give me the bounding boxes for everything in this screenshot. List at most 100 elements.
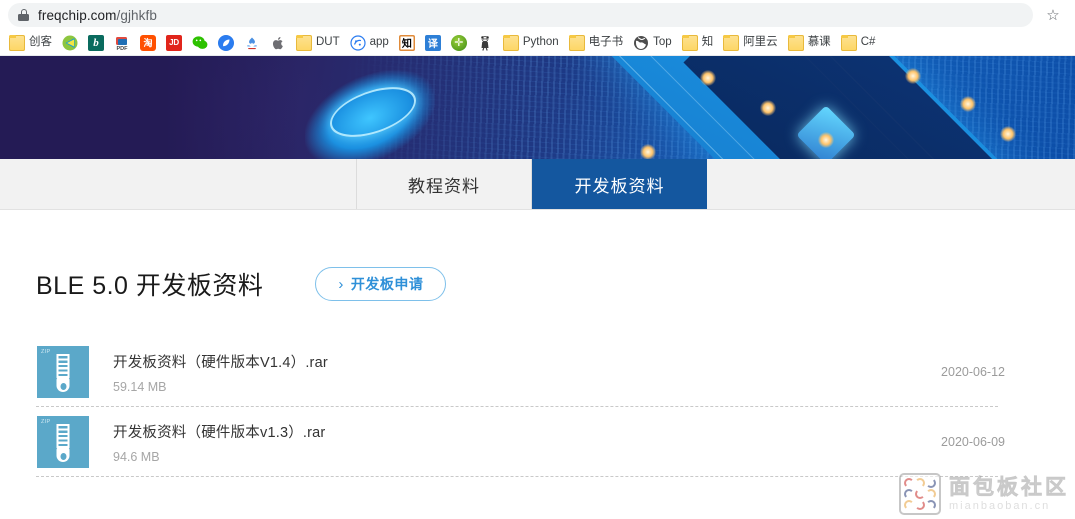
star-outline-icon: ☆ — [1046, 6, 1060, 24]
folder-icon — [840, 34, 857, 51]
bookmark-label: 阿里云 — [743, 35, 778, 48]
site-watermark: 面包板社区 mianbaoban.cn — [899, 473, 1069, 515]
watermark-en-label: mianbaoban.cn — [949, 499, 1051, 512]
tab-tutorial-materials[interactable]: 教程资料 — [357, 159, 532, 209]
bookmark-item[interactable] — [57, 32, 83, 54]
file-row[interactable]: ZIP 开发板资料（硬件版本v1.3）.rar 94.6 MB 2020-06-09 — [36, 407, 1039, 477]
bookmark-item[interactable] — [239, 32, 265, 54]
folder-icon — [502, 34, 519, 51]
bookmarks-bar[interactable]: 创客 b PDF 淘 JD DUT app 知译 ✛ Python 电子书 Top 知阿里云 慕课 C# — [0, 30, 1075, 56]
tab-devboard-materials[interactable]: 开发板资料 — [532, 159, 707, 209]
bookmark-star-button[interactable]: ☆ — [1039, 1, 1067, 29]
jd-icon: JD — [166, 34, 182, 51]
bookmark-item[interactable]: Top — [628, 32, 677, 54]
file-meta: 开发板资料（硬件版本V1.4）.rar 59.14 MB — [113, 351, 328, 394]
globe-icon — [633, 35, 649, 51]
bookmark-item[interactable]: 创客 — [4, 32, 57, 54]
file-row[interactable]: ZIP 开发板资料（硬件版本V1.4）.rar 59.14 MB 2020-06-12 — [36, 337, 1039, 407]
bookmark-item[interactable]: 淘 — [135, 32, 161, 54]
bookmark-item[interactable]: 慕课 — [783, 32, 836, 54]
row-divider — [36, 476, 998, 477]
folder-icon — [787, 34, 804, 51]
zip-icon-label: ZIP — [41, 349, 51, 355]
page-title: BLE 5.0 开发板资料 — [36, 272, 264, 300]
bookmark-label: Top — [653, 35, 672, 48]
bookmark-label: Python — [522, 35, 559, 48]
zip-file-icon: ZIP — [37, 416, 89, 468]
folder-icon — [9, 34, 25, 51]
bookmark-item[interactable]: 电子书 — [564, 32, 629, 54]
bookmark-item[interactable] — [213, 32, 239, 54]
bookmark-label: C# — [860, 35, 876, 48]
folder-icon — [723, 34, 740, 51]
devboard-apply-button[interactable]: › 开发板申请 — [315, 267, 447, 301]
taobao-icon: 淘 — [140, 34, 156, 51]
file-meta: 开发板资料（硬件版本v1.3）.rar 94.6 MB — [113, 421, 325, 464]
bookmark-label: DUT — [316, 35, 340, 48]
lock-icon — [18, 9, 29, 21]
title-row: BLE 5.0 开发板资料 › 开发板申请 — [36, 210, 1039, 302]
bookmark-label: app — [369, 35, 389, 48]
zip-icon-label: ZIP — [41, 419, 51, 425]
light-spark-icon — [1000, 126, 1016, 142]
file-name[interactable]: 开发板资料（硬件版本V1.4）.rar — [113, 351, 328, 372]
file-size: 94.6 MB — [113, 449, 160, 464]
cloud-icon — [244, 35, 260, 51]
bookmark-item[interactable] — [187, 32, 213, 54]
bookmark-item[interactable]: DUT — [291, 32, 345, 54]
bookmark-item[interactable]: C# — [836, 32, 881, 54]
bookmark-item[interactable] — [472, 32, 498, 54]
bookmark-label: 慕课 — [807, 35, 831, 48]
url-domain: freqchip.com — [38, 7, 117, 23]
folder-icon — [681, 34, 698, 51]
bookmark-item[interactable]: 知 — [677, 32, 719, 54]
chevron-right-icon: › — [338, 275, 344, 293]
address-bar[interactable]: freqchip.com/gjhkfb — [8, 3, 1033, 27]
bookmark-item[interactable]: Python — [498, 32, 564, 54]
translate-icon: 译 — [424, 34, 441, 51]
app-circle-icon — [350, 34, 366, 51]
file-list: ZIP 开发板资料（硬件版本V1.4）.rar 59.14 MB 2020-06-12… — [36, 337, 1039, 477]
omnibar-row: freqchip.com/gjhkfb ☆ — [0, 0, 1075, 30]
bookmark-item[interactable]: ✛ — [446, 32, 472, 54]
file-date: 2020-06-09 — [941, 435, 1005, 449]
bookmark-label: 电子书 — [588, 35, 624, 48]
file-name[interactable]: 开发板资料（硬件版本v1.3）.rar — [113, 421, 325, 442]
url-path: /gjhkfb — [116, 7, 157, 23]
folder-icon — [568, 34, 585, 51]
folder-icon — [296, 34, 312, 51]
pdf-icon: PDF — [114, 35, 130, 51]
hero-left-shade — [0, 56, 300, 159]
light-spark-icon — [640, 144, 656, 159]
apple-icon — [270, 35, 286, 51]
watermark-logo-icon — [899, 473, 941, 515]
svg-text:PDF: PDF — [117, 46, 129, 51]
section-tabs: 教程资料 开发板资料 — [0, 159, 1075, 210]
zhihu-icon: 知 — [398, 34, 415, 51]
bookmark-item[interactable]: 知 — [394, 32, 420, 54]
light-spark-icon — [960, 96, 976, 112]
bookmark-item[interactable]: b — [83, 32, 109, 54]
bing-icon: b — [88, 34, 104, 51]
hero-banner — [0, 56, 1075, 159]
bookmark-item[interactable]: app — [345, 32, 394, 54]
zip-file-icon: ZIP — [37, 346, 89, 398]
url-text: freqchip.com/gjhkfb — [38, 8, 157, 23]
bookmark-label: 知 — [701, 35, 714, 48]
light-spark-icon — [760, 100, 776, 116]
file-date: 2020-06-12 — [941, 365, 1005, 379]
bookmark-item[interactable] — [265, 32, 291, 54]
watermark-cn-label: 面包板社区 — [949, 475, 1069, 499]
browser-chrome: freqchip.com/gjhkfb ☆ 创客 b PDF 淘 JD DUT app 知译 ✛… — [0, 0, 1075, 56]
light-spark-icon — [905, 68, 921, 84]
bookmark-item[interactable]: PDF — [109, 32, 135, 54]
bookmark-item[interactable]: 阿里云 — [718, 32, 783, 54]
bookmark-item[interactable]: 译 — [420, 32, 446, 54]
main-content: BLE 5.0 开发板资料 › 开发板申请 ZIP 开发板资料（硬件版本V1.4）… — [0, 210, 1075, 477]
blue-leaf-icon — [218, 34, 234, 51]
bookmark-label: 创客 — [29, 35, 52, 48]
bookmark-item[interactable]: JD — [161, 32, 187, 54]
green-plus-icon: ✛ — [450, 34, 467, 51]
light-spark-icon — [818, 132, 834, 148]
play-video-icon — [62, 35, 78, 51]
